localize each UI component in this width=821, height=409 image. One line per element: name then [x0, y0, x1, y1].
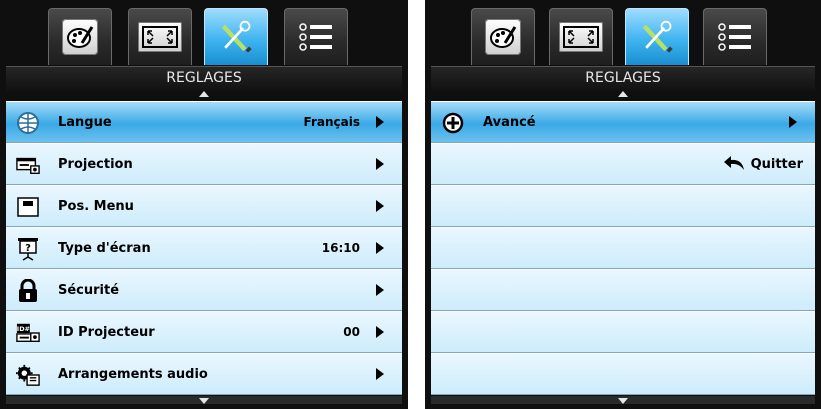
list-icon [296, 19, 336, 55]
palette-icon [62, 19, 98, 55]
menu-item-label: Langue [58, 115, 112, 130]
svg-text:ID#: ID# [17, 325, 30, 333]
scroll-up-arrow[interactable] [618, 91, 628, 97]
projector-icon [16, 153, 40, 177]
menu-item-avance[interactable]: Avancé [431, 101, 815, 143]
empty-row [431, 185, 815, 227]
menu-item-securite[interactable]: Sécurité [6, 269, 402, 311]
scroll-down-arrow[interactable] [618, 398, 628, 404]
tab-display[interactable] [128, 8, 192, 65]
tab-image[interactable] [471, 8, 535, 65]
tab-options[interactable] [703, 8, 767, 65]
tools-icon [218, 19, 254, 55]
back-arrow-icon [723, 147, 745, 188]
menu-item-value: 16:10 [321, 241, 360, 255]
settings-list: Avancé Quitter [431, 101, 815, 395]
menu-position-icon [16, 195, 40, 219]
tab-options[interactable] [284, 8, 348, 65]
menu-item-id-projecteur[interactable]: ID# ID Projecteur 00 [6, 311, 402, 353]
chevron-right-icon [376, 368, 384, 380]
chevron-right-icon [789, 116, 797, 128]
menu-item-label: Arrangements audio [58, 367, 208, 382]
scroll-down-arrow[interactable] [199, 398, 209, 404]
quit-button[interactable]: Quitter [723, 144, 803, 188]
audio-settings-icon [16, 363, 40, 387]
list-icon [715, 19, 755, 55]
settings-menu-panel-left: REGLAGES Langue Français Projection Pos.… [0, 0, 408, 409]
menu-item-label: Type d'écran [58, 241, 151, 256]
menu-item-arrangements-audio[interactable]: Arrangements audio [6, 353, 402, 395]
empty-row [431, 269, 815, 311]
menu-item-projection[interactable]: Projection [6, 143, 402, 185]
scroll-up-arrow[interactable] [199, 91, 209, 97]
menu-item-label: Pos. Menu [58, 199, 134, 214]
menu-title: REGLAGES [431, 66, 815, 91]
chevron-right-icon [376, 116, 384, 128]
menu-tabs [425, 8, 821, 68]
chevron-right-icon [376, 200, 384, 212]
settings-list: Langue Français Projection Pos. Menu ? T… [6, 101, 402, 395]
empty-row [431, 311, 815, 353]
settings-menu-panel-right: REGLAGES Avancé Quitter [425, 0, 821, 409]
chevron-right-icon [376, 158, 384, 170]
chevron-right-icon [376, 242, 384, 254]
menu-item-label: Sécurité [58, 283, 120, 298]
svg-text:?: ? [25, 243, 31, 254]
screen-type-icon: ? [16, 237, 40, 261]
menu-item-type-ecran[interactable]: ? Type d'écran 16:10 [6, 227, 402, 269]
lock-icon [16, 279, 40, 303]
plus-circle-icon [441, 111, 465, 135]
menu-tabs [0, 8, 408, 68]
globe-icon [16, 111, 40, 135]
chevron-right-icon [376, 284, 384, 296]
tools-icon [639, 19, 675, 55]
menu-item-label: ID Projecteur [58, 325, 155, 340]
fullscreen-icon [559, 22, 603, 52]
projector-id-icon: ID# [16, 321, 40, 345]
menu-title: REGLAGES [6, 66, 402, 91]
menu-item-pos-menu[interactable]: Pos. Menu [6, 185, 402, 227]
tab-display[interactable] [549, 8, 613, 65]
palette-icon [485, 19, 521, 55]
menu-item-label: Avancé [483, 115, 536, 130]
quit-row[interactable]: Quitter [431, 143, 815, 185]
fullscreen-icon [138, 22, 182, 52]
empty-row [431, 227, 815, 269]
menu-item-value: Français [303, 115, 360, 129]
tab-image[interactable] [48, 8, 112, 65]
chevron-right-icon [376, 326, 384, 338]
menu-item-langue[interactable]: Langue Français [6, 101, 402, 143]
menu-item-value: 00 [343, 325, 360, 339]
tab-settings[interactable] [625, 8, 689, 65]
empty-row [431, 353, 815, 395]
tab-settings[interactable] [204, 8, 268, 65]
quit-label: Quitter [750, 157, 803, 172]
menu-item-label: Projection [58, 157, 133, 172]
